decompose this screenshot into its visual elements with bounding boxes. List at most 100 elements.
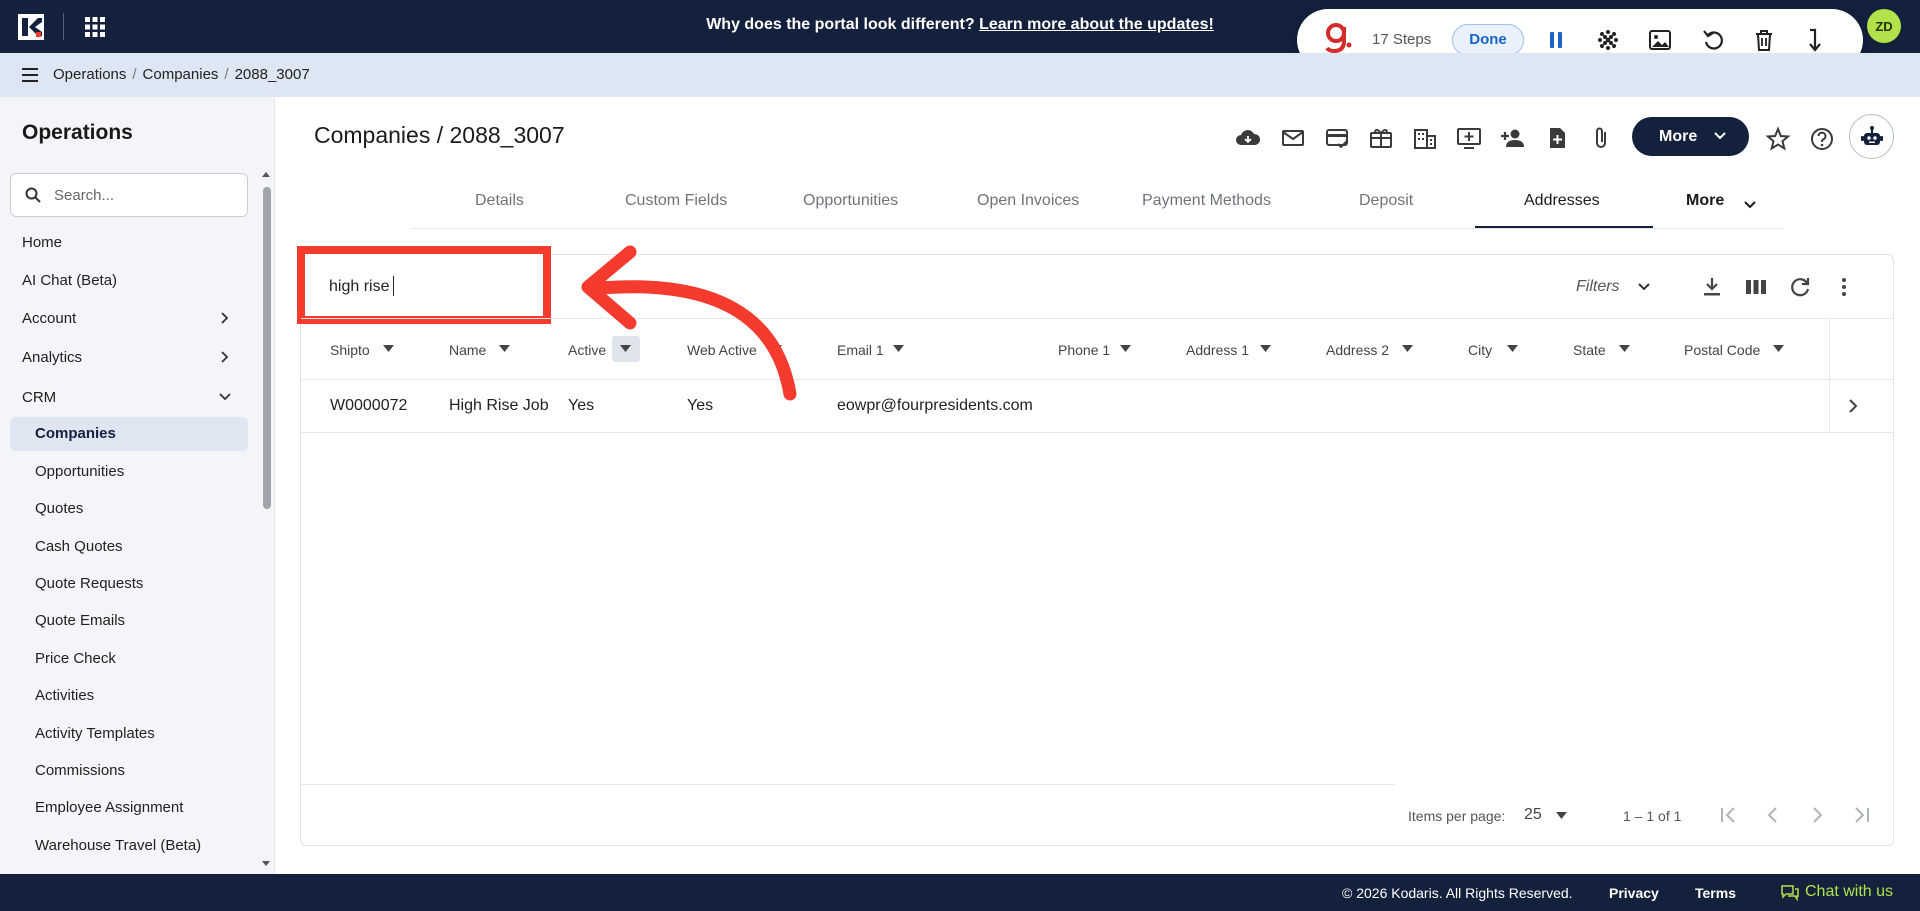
sort-arrow-icon[interactable] — [1120, 345, 1131, 352]
chevron-right-icon[interactable] — [1846, 398, 1860, 414]
sidebar-item-activities[interactable]: Activities — [35, 687, 94, 704]
column-header-email-1[interactable]: Email 1 — [837, 342, 884, 358]
column-header-shipto[interactable]: Shipto — [330, 342, 370, 358]
sidebar-item-opportunities[interactable]: Opportunities — [35, 463, 124, 480]
attachment-icon[interactable] — [1587, 124, 1615, 152]
sidebar-item-commissions[interactable]: Commissions — [35, 762, 125, 779]
sort-arrow-icon[interactable] — [893, 345, 904, 352]
tab-addresses[interactable]: Addresses — [1524, 192, 1600, 210]
chevron-down-icon[interactable] — [1743, 200, 1757, 210]
chevron-right-icon[interactable] — [218, 311, 232, 325]
add-user-icon[interactable] — [1499, 124, 1527, 152]
column-header-postal-code[interactable]: Postal Code — [1684, 342, 1760, 358]
sort-arrow-icon[interactable] — [1507, 345, 1518, 352]
tab-more[interactable]: More — [1686, 192, 1724, 210]
sidebar-item-quotes[interactable]: Quotes — [35, 500, 83, 517]
breadcrumb-operations[interactable]: Operations — [53, 66, 126, 83]
more-vert-icon[interactable] — [1831, 274, 1857, 300]
user-avatar[interactable]: ZD — [1867, 9, 1901, 43]
tab-deposit[interactable]: Deposit — [1359, 192, 1413, 210]
column-header-state[interactable]: State — [1573, 342, 1606, 358]
next-page-icon[interactable] — [1805, 803, 1829, 827]
mail-icon[interactable] — [1279, 124, 1307, 152]
sidebar-search-input[interactable]: Search... — [10, 173, 248, 217]
chat-with-us-button[interactable]: Chat with us — [1805, 883, 1893, 901]
download-icon[interactable] — [1699, 274, 1725, 300]
pause-icon[interactable] — [1542, 26, 1570, 54]
tab-details[interactable]: Details — [475, 192, 524, 210]
sort-arrow-icon[interactable] — [620, 345, 631, 352]
items-per-page-label: Items per page: — [1408, 808, 1506, 824]
card-check-icon[interactable] — [1323, 124, 1351, 152]
column-header-address-1[interactable]: Address 1 — [1186, 342, 1249, 358]
sidebar-item-account[interactable]: Account — [22, 310, 76, 327]
blur-icon[interactable] — [1594, 26, 1622, 54]
image-icon[interactable] — [1646, 26, 1674, 54]
items-per-page-select[interactable]: 25 — [1524, 806, 1542, 824]
add-document-icon[interactable] — [1543, 124, 1571, 152]
tab-custom-fields[interactable]: Custom Fields — [625, 192, 727, 210]
scroll-down-arrow-icon[interactable] — [261, 860, 271, 868]
tab-payment-methods[interactable]: Payment Methods — [1142, 192, 1271, 210]
help-icon[interactable] — [1808, 125, 1836, 153]
add-screen-icon[interactable] — [1455, 124, 1483, 152]
building-icon[interactable] — [1411, 124, 1439, 152]
filters-button[interactable]: Filters — [1576, 278, 1620, 296]
dropdown-arrow-icon[interactable] — [1556, 812, 1567, 819]
sidebar-item-companies[interactable]: Companies — [10, 417, 248, 451]
banner-link[interactable]: Learn more about the updates! — [979, 16, 1214, 33]
chat-icon[interactable] — [1781, 884, 1799, 902]
insert-step-icon[interactable] — [1802, 26, 1830, 54]
first-page-icon[interactable] — [1716, 803, 1740, 827]
gift-card-icon[interactable] — [1367, 124, 1395, 152]
chevron-down-icon[interactable] — [218, 390, 232, 404]
previous-page-icon[interactable] — [1761, 803, 1785, 827]
column-header-name[interactable]: Name — [449, 342, 486, 358]
sidebar-item-price-check[interactable]: Price Check — [35, 650, 116, 667]
more-actions-button[interactable]: More — [1632, 117, 1749, 156]
column-header-phone-1[interactable]: Phone 1 — [1058, 342, 1110, 358]
chevron-down-icon[interactable] — [1637, 282, 1651, 292]
sidebar-item-activity-templates[interactable]: Activity Templates — [35, 725, 155, 742]
ai-assistant-button[interactable] — [1849, 114, 1894, 159]
menu-icon[interactable] — [20, 65, 42, 85]
sidebar-scrollbar[interactable] — [263, 187, 271, 509]
sidebar-item-crm[interactable]: CRM — [22, 389, 56, 406]
tab-opportunities[interactable]: Opportunities — [803, 192, 898, 210]
sidebar-item-quote-requests[interactable]: Quote Requests — [35, 575, 143, 592]
tab-open-invoices[interactable]: Open Invoices — [977, 192, 1079, 210]
scroll-up-arrow-icon[interactable] — [261, 170, 271, 178]
columns-icon[interactable] — [1743, 274, 1769, 300]
sort-arrow-icon[interactable] — [1773, 345, 1784, 352]
sidebar-item-warehouse-travel[interactable]: Warehouse Travel (Beta) — [35, 837, 201, 854]
sort-arrow-icon[interactable] — [1619, 345, 1630, 352]
sidebar-item-employee-assignment[interactable]: Employee Assignment — [35, 799, 183, 816]
column-header-active[interactable]: Active — [568, 342, 606, 358]
sort-arrow-icon[interactable] — [383, 345, 394, 352]
refresh-icon[interactable] — [1787, 274, 1813, 300]
undo-icon[interactable] — [1699, 26, 1727, 54]
sidebar-item-analytics[interactable]: Analytics — [22, 349, 82, 366]
cloud-icon[interactable] — [1234, 124, 1262, 152]
terms-link[interactable]: Terms — [1695, 885, 1736, 901]
sort-arrow-icon[interactable] — [771, 345, 782, 352]
breadcrumb-companies[interactable]: Companies — [143, 66, 219, 83]
sidebar-item-home[interactable]: Home — [22, 234, 62, 251]
column-header-address-2[interactable]: Address 2 — [1326, 342, 1389, 358]
sidebar-item-cash-quotes[interactable]: Cash Quotes — [35, 538, 123, 555]
sidebar-item-quote-emails[interactable]: Quote Emails — [35, 612, 125, 629]
breadcrumb-bar: Operations / Companies / 2088_3007 — [0, 53, 1920, 97]
column-header-web-active[interactable]: Web Active — [687, 342, 757, 358]
sort-arrow-icon[interactable] — [1402, 345, 1413, 352]
privacy-link[interactable]: Privacy — [1609, 885, 1659, 901]
divider — [301, 432, 1893, 433]
sort-arrow-icon[interactable] — [499, 345, 510, 352]
trash-icon[interactable] — [1750, 26, 1778, 54]
sidebar-item-ai-chat[interactable]: AI Chat (Beta) — [22, 272, 117, 289]
sort-arrow-icon[interactable] — [1260, 345, 1271, 352]
chevron-right-icon[interactable] — [218, 350, 232, 364]
last-page-icon[interactable] — [1850, 803, 1874, 827]
recorder-done-button[interactable]: Done — [1452, 24, 1524, 56]
star-icon[interactable] — [1764, 125, 1792, 153]
column-header-city[interactable]: City — [1468, 342, 1492, 358]
